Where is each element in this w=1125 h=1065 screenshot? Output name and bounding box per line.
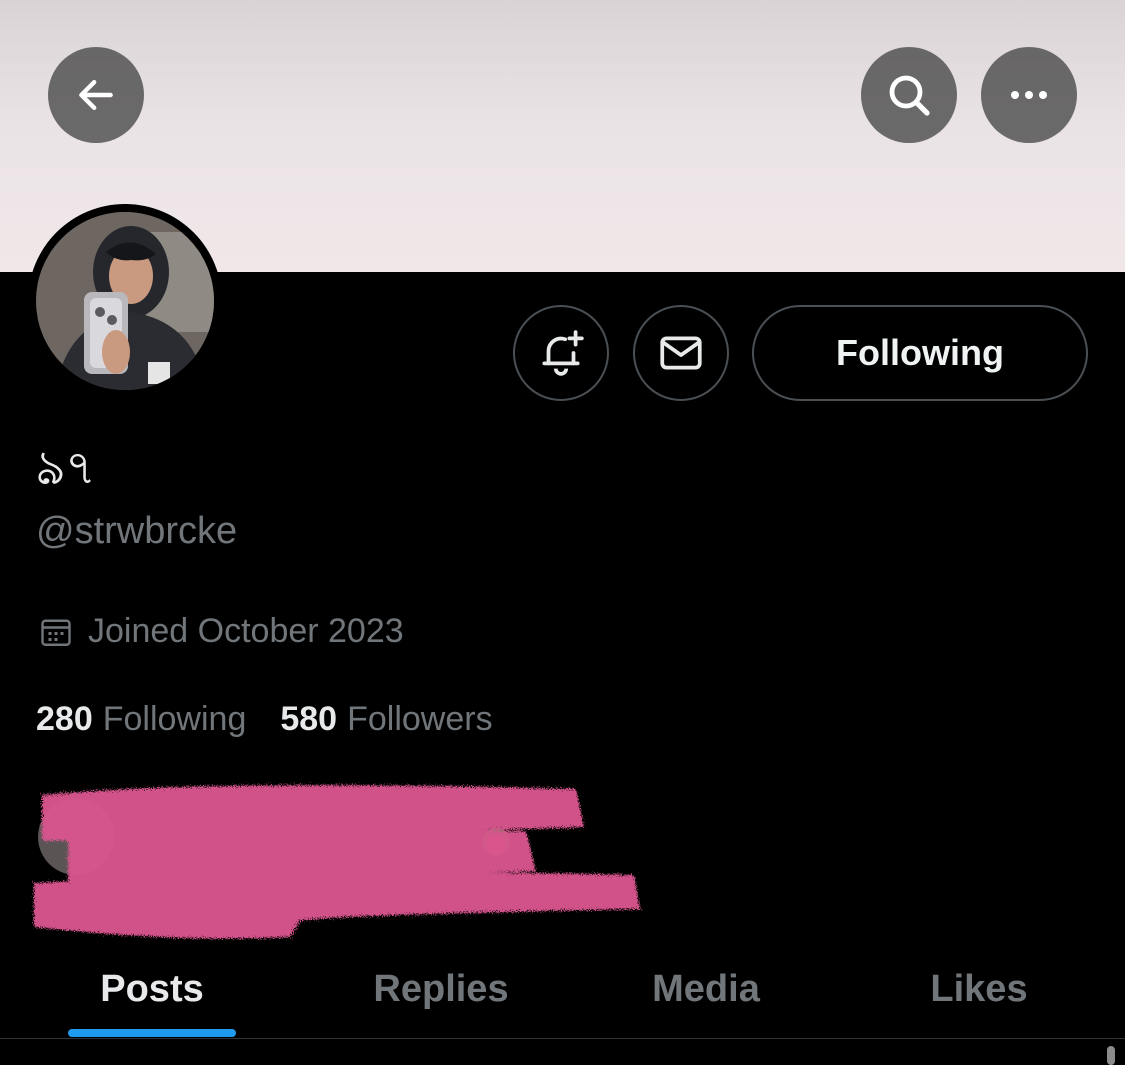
profile-photo [36,212,214,390]
display-name: ঌ৭ [36,440,97,496]
message-button[interactable] [633,305,729,401]
calendar-icon [41,619,71,646]
profile-handle: @strwbrcke [36,510,238,552]
search-button[interactable] [861,47,957,143]
active-tab-indicator [68,1029,236,1037]
more-horizontal-icon [1011,91,1047,99]
avatar[interactable] [28,204,222,398]
redacted-followed-by [34,785,640,939]
followers-label: Followers [347,700,493,738]
tab-posts[interactable]: Posts [44,940,260,1038]
tab-likes[interactable]: Likes [871,940,1087,1038]
profile-tabs: Posts Replies Media Likes [0,940,1125,1038]
tab-media[interactable]: Media [598,940,814,1038]
following-count: 280 [36,700,93,738]
notifications-button[interactable] [513,305,609,401]
envelope-icon [660,336,702,370]
more-button[interactable] [981,47,1077,143]
following-count-link[interactable]: 280 Following [36,700,246,739]
search-icon [889,75,930,116]
arrow-left-icon [79,79,113,111]
bell-plus-icon [542,330,584,376]
following-button[interactable]: Following [752,305,1088,401]
following-label: Following [102,700,247,738]
scrollbar[interactable] [1107,1046,1115,1065]
followers-count: 580 [280,700,338,738]
tabs-divider [0,1038,1125,1039]
tab-replies[interactable]: Replies [333,940,549,1038]
followers-count-link[interactable]: 580 Followers [280,700,492,739]
back-button[interactable] [48,47,144,143]
joined-label: Joined October 2023 [88,612,404,650]
joined-date: Joined October 2023 [38,612,404,651]
profile-stats: 280 Following 580 Followers [36,700,493,739]
